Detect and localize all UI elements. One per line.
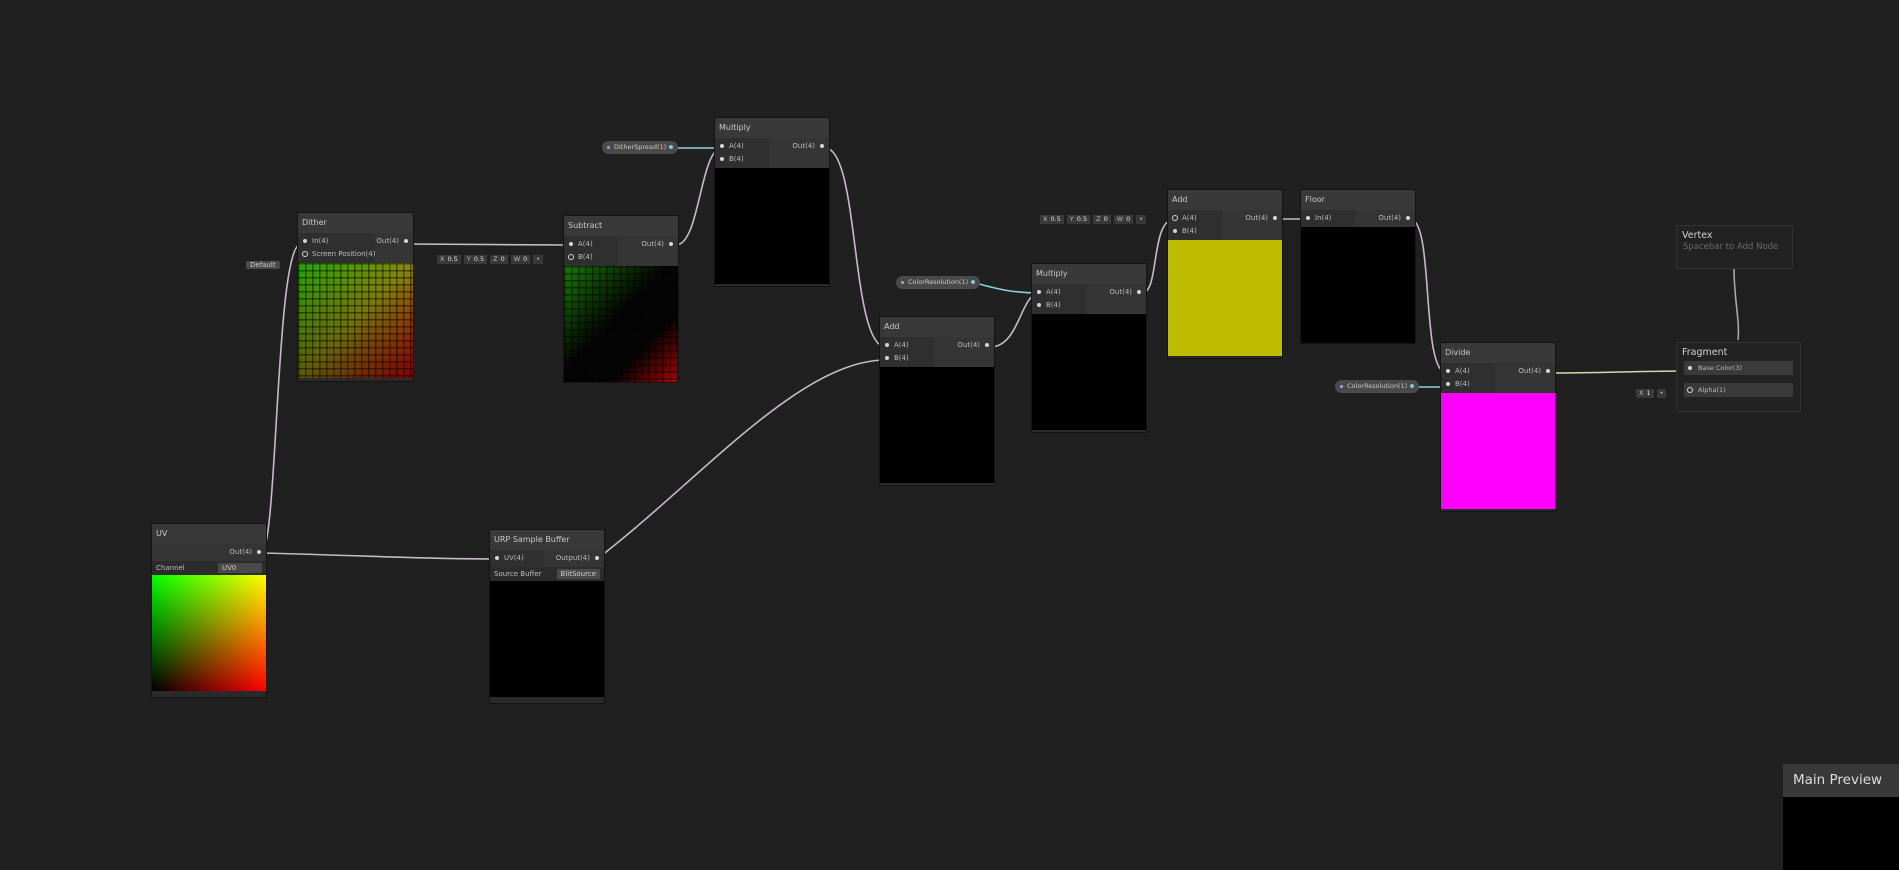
divide-a-port[interactable]: A(4) [1441, 365, 1495, 378]
divide-title: Divide [1441, 343, 1555, 363]
add1-preview [880, 367, 994, 483]
multiply2-title: Multiply [1032, 264, 1146, 284]
uv-out-port[interactable]: Out(4) [152, 546, 266, 559]
multiply2-b-port[interactable]: B(4) [1032, 299, 1086, 312]
color-resolution-port-b[interactable] [1410, 384, 1415, 388]
subtract-a-port[interactable]: A(4) [564, 238, 618, 251]
wire-colorres-to-multiply2 [971, 281, 1041, 294]
multiply1-a-port[interactable]: A(4) [715, 140, 769, 153]
floor-node[interactable]: Floor In(4) Out(4) [1301, 190, 1415, 343]
dither-node[interactable]: Dither In(4) Screen Position(4) Out(4) [298, 213, 413, 381]
main-preview-title: Main Preview [1783, 764, 1899, 797]
multiply2-a-port[interactable]: A(4) [1032, 286, 1086, 299]
add2-a-port[interactable]: A(4) [1168, 212, 1222, 225]
dither-preview [298, 263, 413, 378]
vector-port-icon: • [1656, 389, 1667, 398]
uv-node[interactable]: UV Out(4) Channel UV0 [152, 524, 266, 697]
add-node-2[interactable]: Add A(4) B(4) Out(4) [1168, 190, 1282, 358]
uv-channel-label: Channel [156, 564, 185, 572]
main-preview-panel[interactable]: Main Preview [1783, 764, 1899, 870]
subtract-b-port[interactable]: B(4) [564, 251, 618, 264]
fragment-title: Fragment [1682, 347, 1728, 358]
multiply1-out-port[interactable]: Out(4) [769, 140, 829, 153]
dither-title: Dither [298, 213, 413, 233]
urp-source-row: Source Buffer BlitSource [490, 567, 604, 581]
urp-sample-buffer-node[interactable]: URP Sample Buffer UV(4) Output(4) Source… [490, 530, 604, 703]
uv-preview [152, 575, 266, 691]
subtract-preview [564, 266, 678, 382]
wire-uv-to-dither [260, 243, 302, 554]
floor-out-port[interactable]: Out(4) [1355, 212, 1415, 225]
add2-preview [1168, 240, 1282, 356]
subtract-node[interactable]: Subtract A(4) B(4) Out(4) [564, 216, 678, 382]
multiply2-preview [1032, 314, 1146, 430]
vector-port-icon: • [1136, 215, 1147, 224]
multiply-node-2[interactable]: Multiply A(4) B(4) Out(4) [1032, 264, 1146, 432]
divide-out-port[interactable]: Out(4) [1495, 365, 1555, 378]
base-color-slot[interactable]: Base Color(3) [1684, 361, 1793, 375]
urp-uv-port[interactable]: UV(4) [490, 552, 544, 565]
multiply1-title: Multiply [715, 118, 829, 138]
multiply-node-1[interactable]: Multiply A(4) B(4) Out(4) [715, 118, 829, 286]
dither-in-port[interactable]: In(4) [298, 235, 375, 248]
divide-preview [1441, 393, 1555, 509]
alpha-slot[interactable]: Alpha(1) [1684, 383, 1793, 397]
multiply1-preview [715, 168, 829, 284]
wire-uv-to-urp [260, 552, 496, 560]
add-node-1[interactable]: Add A(4) B(4) Out(4) [880, 317, 994, 485]
add1-out-port[interactable]: Out(4) [934, 339, 994, 352]
subtract-title: Subtract [564, 216, 678, 236]
add2-b-vector-field[interactable]: X 0.5 Y 0.5 Z0 W0 • [1040, 215, 1147, 224]
add1-title: Add [880, 317, 994, 337]
color-resolution-port-a[interactable] [971, 280, 976, 284]
floor-in-port[interactable]: In(4) [1301, 212, 1355, 225]
dither-spread-property[interactable]: DitherSpread(1) [602, 141, 679, 154]
floor-title: Floor [1301, 190, 1415, 210]
wire-divide-to-fragment [1549, 370, 1691, 374]
color-resolution-property-b[interactable]: ColorResolution(1) [1335, 380, 1420, 393]
vertex-title: Vertex [1682, 230, 1713, 241]
add2-out-port[interactable]: Out(4) [1222, 212, 1282, 225]
add2-title: Add [1168, 190, 1282, 210]
wire-multiply-to-add [824, 147, 887, 348]
subtract-out-port[interactable]: Out(4) [618, 238, 678, 251]
subtract-b-vector-field[interactable]: X 0.5 Y 0.5 Z0 W0 • [437, 255, 544, 264]
urp-title: URP Sample Buffer [490, 530, 604, 550]
alpha-value-field[interactable]: X1 • [1636, 389, 1667, 398]
add1-a-port[interactable]: A(4) [880, 339, 934, 352]
divide-b-port[interactable]: B(4) [1441, 378, 1495, 391]
wire-dither-to-subtract [406, 243, 570, 246]
dither-out-port[interactable]: Out(4) [375, 235, 413, 248]
add2-b-port[interactable]: B(4) [1168, 225, 1222, 238]
multiply2-out-port[interactable]: Out(4) [1086, 286, 1146, 299]
dither-screen-default-dropdown[interactable]: Default [246, 252, 280, 271]
shader-graph-canvas[interactable]: Dither In(4) Screen Position(4) Out(4) D… [0, 0, 1899, 870]
urp-output-port[interactable]: Output(4) [544, 552, 604, 565]
uv-channel-dropdown[interactable]: UV0 [218, 563, 262, 573]
urp-source-dropdown[interactable]: BlitSource [556, 569, 600, 579]
uv-channel-row: Channel UV0 [152, 561, 266, 575]
vector-port-icon: • [533, 255, 544, 264]
uv-title: UV [152, 524, 266, 544]
main-preview-viewport[interactable] [1783, 797, 1899, 870]
wire-urp-to-add [596, 359, 887, 560]
multiply1-b-port[interactable]: B(4) [715, 153, 769, 166]
urp-source-label: Source Buffer [494, 570, 542, 578]
divide-node[interactable]: Divide A(4) B(4) Out(4) [1441, 343, 1555, 511]
urp-preview [490, 581, 604, 697]
add1-b-port[interactable]: B(4) [880, 352, 934, 365]
wire-vertex-to-fragment [1733, 267, 1740, 341]
floor-preview [1301, 227, 1415, 343]
color-resolution-property-a[interactable]: ColorResolution(1) [896, 276, 981, 289]
dither-screen-position-port[interactable]: Screen Position(4) [298, 248, 375, 261]
vertex-hint: Spacebar to Add Node [1683, 242, 1779, 252]
dither-spread-port[interactable] [669, 145, 674, 149]
fragment-context[interactable]: Fragment Base Color(3) Alpha(1) [1676, 342, 1801, 412]
vertex-context[interactable]: Vertex Spacebar to Add Node [1676, 225, 1793, 269]
